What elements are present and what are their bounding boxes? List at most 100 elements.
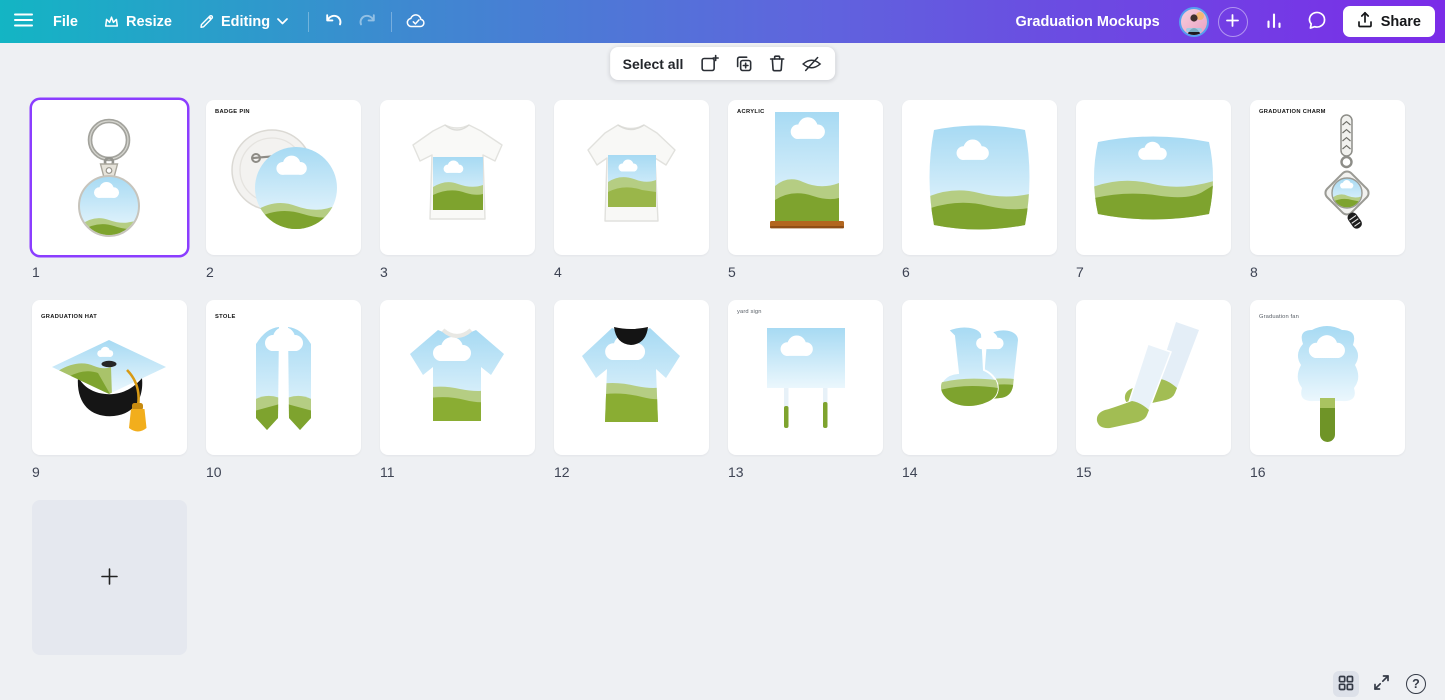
page-thumbnail-4[interactable] bbox=[554, 100, 709, 255]
editing-mode-button[interactable]: Editing bbox=[185, 0, 301, 43]
page-number: 7 bbox=[1076, 264, 1231, 280]
page-thumbnail-1[interactable] bbox=[32, 100, 187, 255]
page-number: 2 bbox=[206, 264, 361, 280]
page-number: 6 bbox=[902, 264, 1057, 280]
charm-mockup bbox=[1250, 100, 1405, 255]
page-cell: 6 bbox=[902, 100, 1057, 300]
page-cell: BADGE PIN 2 bbox=[206, 100, 361, 300]
add-page-placeholder[interactable] bbox=[32, 500, 187, 655]
acrylic-sign-mockup bbox=[728, 100, 883, 255]
page-thumbnail-11[interactable] bbox=[380, 300, 535, 455]
page-number: 14 bbox=[902, 464, 1057, 480]
undo-button[interactable] bbox=[316, 0, 350, 43]
file-menu-label: File bbox=[53, 14, 78, 30]
help-glyph: ? bbox=[1412, 677, 1420, 691]
add-member-button[interactable] bbox=[1218, 7, 1248, 37]
comment-icon bbox=[1307, 11, 1327, 33]
redo-button[interactable] bbox=[350, 0, 384, 43]
page-cell: 15 bbox=[1076, 300, 1231, 500]
page-number: 9 bbox=[32, 464, 187, 480]
long-socks-mockup bbox=[1076, 300, 1231, 455]
undo-icon bbox=[323, 11, 344, 32]
page-cell: 11 bbox=[380, 300, 535, 500]
pages-grid: 1 BADGE PIN 2 bbox=[32, 100, 1405, 700]
mockup-title-label: ACRYLIC bbox=[737, 108, 765, 114]
page-thumbnail-7[interactable] bbox=[1076, 100, 1231, 255]
yard-sign-mockup bbox=[728, 300, 883, 455]
design-title[interactable]: Graduation Mockups bbox=[1015, 14, 1159, 30]
grid-view-button[interactable] bbox=[1333, 671, 1359, 697]
allover-print-tee-mockup bbox=[380, 300, 535, 455]
page-number: 8 bbox=[1250, 264, 1405, 280]
mockup-title-label: yard sign bbox=[737, 308, 762, 314]
page-thumbnail-8[interactable]: GRADUATION CHARM bbox=[1250, 100, 1405, 255]
avatar[interactable] bbox=[1179, 7, 1209, 37]
page-number: 13 bbox=[728, 464, 883, 480]
fullscreen-button[interactable] bbox=[1368, 671, 1394, 697]
page-thumbnail-13[interactable]: yard sign bbox=[728, 300, 883, 455]
page-cell: 14 bbox=[902, 300, 1057, 500]
page-cell bbox=[32, 500, 187, 700]
page-number: 10 bbox=[206, 464, 361, 480]
badge-pin-mockup bbox=[206, 100, 361, 255]
delete-page-button[interactable] bbox=[768, 54, 786, 73]
topbar-divider bbox=[308, 12, 309, 32]
hand-fan-mockup bbox=[1250, 300, 1405, 455]
mockup-title-label: BADGE PIN bbox=[215, 108, 250, 114]
cloud-save-status-button[interactable] bbox=[399, 0, 433, 43]
square-pillow-mockup bbox=[902, 100, 1057, 255]
chevron-down-icon bbox=[277, 18, 288, 25]
help-icon: ? bbox=[1406, 674, 1426, 694]
share-button-label: Share bbox=[1381, 14, 1421, 30]
page-thumbnail-5[interactable]: ACRYLIC bbox=[728, 100, 883, 255]
page-cell: 7 bbox=[1076, 100, 1231, 300]
mockup-title-label: GRADUATION HAT bbox=[41, 313, 97, 319]
page-thumbnail-16[interactable]: Graduation fan bbox=[1250, 300, 1405, 455]
page-thumbnail-15[interactable] bbox=[1076, 300, 1231, 455]
avatar-person-graphic bbox=[1181, 9, 1207, 35]
comments-button[interactable] bbox=[1300, 0, 1334, 43]
duplicate-page-button[interactable] bbox=[734, 54, 753, 73]
resize-button[interactable]: Resize bbox=[91, 0, 185, 43]
page-thumbnail-6[interactable] bbox=[902, 100, 1057, 255]
page-cell: 3 bbox=[380, 100, 535, 300]
select-all-button[interactable]: Select all bbox=[623, 56, 684, 72]
fullscreen-icon bbox=[1373, 674, 1390, 694]
page-thumbnail-3[interactable] bbox=[380, 100, 535, 255]
page-number: 16 bbox=[1250, 464, 1405, 480]
mockup-title-label: STOLE bbox=[215, 313, 236, 319]
file-menu-button[interactable]: File bbox=[40, 0, 91, 43]
keychain-mockup bbox=[32, 100, 187, 255]
short-socks-mockup bbox=[902, 300, 1057, 455]
bar-chart-icon bbox=[1265, 12, 1283, 32]
hide-page-button[interactable] bbox=[801, 55, 822, 73]
topbar-right-group: Graduation Mockups Share bbox=[1015, 0, 1435, 43]
page-thumbnail-12[interactable] bbox=[554, 300, 709, 455]
tshirt-mockup bbox=[380, 100, 535, 255]
page-thumbnail-2[interactable]: BADGE PIN bbox=[206, 100, 361, 255]
page-number: 11 bbox=[380, 464, 535, 480]
page-number: 3 bbox=[380, 264, 535, 280]
page-cell: 12 bbox=[554, 300, 709, 500]
allover-print-tee-mockup bbox=[554, 300, 709, 455]
page-thumbnail-10[interactable]: STOLE bbox=[206, 300, 361, 455]
hamburger-menu-button[interactable] bbox=[6, 0, 40, 43]
page-cell: Graduation fan 16 bbox=[1250, 300, 1405, 500]
page-number: 4 bbox=[554, 264, 709, 280]
mockup-title-label: Graduation fan bbox=[1259, 313, 1299, 319]
plus-icon bbox=[101, 568, 118, 588]
grid-view-canvas: Select all bbox=[0, 43, 1445, 700]
help-button[interactable]: ? bbox=[1403, 671, 1429, 697]
share-button[interactable]: Share bbox=[1343, 6, 1435, 37]
crown-icon bbox=[104, 15, 119, 28]
rectangle-pillow-mockup bbox=[1076, 100, 1231, 255]
add-page-button[interactable] bbox=[700, 54, 719, 73]
selection-toolbar: Select all bbox=[610, 47, 836, 80]
insights-button[interactable] bbox=[1257, 0, 1291, 43]
graduation-hat-mockup bbox=[32, 300, 187, 455]
resize-button-label: Resize bbox=[126, 14, 172, 30]
page-thumbnail-9[interactable]: GRADUATION HAT bbox=[32, 300, 187, 455]
plus-icon bbox=[1226, 14, 1239, 30]
page-cell: STOLE 10 bbox=[206, 300, 361, 500]
page-thumbnail-14[interactable] bbox=[902, 300, 1057, 455]
